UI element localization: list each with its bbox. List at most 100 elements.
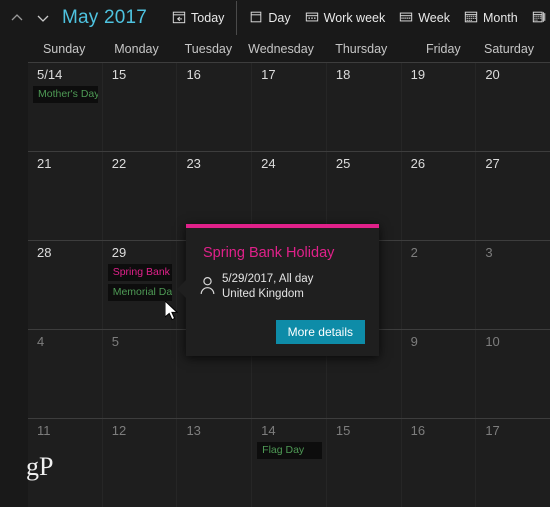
popup-callout-tail [177, 280, 186, 298]
day-number: 17 [261, 67, 276, 82]
view-button-work-week-label: Work week [323, 11, 386, 25]
day-number: 13 [186, 423, 201, 438]
day-number: 17 [485, 423, 500, 438]
day-cell[interactable]: 13 [177, 419, 253, 507]
day-cell[interactable]: 16 [401, 419, 477, 507]
week-row: 11 12 13 14 Flag Day 15 16 17 [28, 419, 550, 507]
day-number: 5 [111, 334, 119, 349]
popup-text-lines: 5/29/2017, All day United Kingdom [222, 272, 313, 302]
view-button-day[interactable]: Day [242, 7, 297, 30]
day-cell[interactable]: 3 [476, 241, 550, 329]
weekday-header-saturday: Saturday [484, 42, 535, 56]
event-detail-popup: Spring Bank Holiday 5/29/2017, All day U… [177, 224, 379, 356]
weekday-header-monday: Monday [114, 42, 159, 56]
popup-event-details: 5/29/2017, All day United Kingdom [186, 262, 379, 302]
page-title[interactable]: May 2017 [62, 7, 147, 29]
day-number: 26 [410, 156, 426, 171]
chevron-up-icon[interactable] [4, 5, 30, 31]
day-number: 21 [37, 156, 52, 171]
week-row: 5/14 Mother's Day 15 16 17 18 19 20 [28, 63, 550, 152]
day-cell[interactable]: 17 [252, 63, 327, 151]
day-cell[interactable]: 19 [401, 63, 477, 151]
day-number: 23 [186, 156, 201, 171]
view-button-today-label: Today [191, 11, 225, 25]
day-number: 2 [410, 245, 418, 260]
day-number: 19 [410, 67, 426, 82]
day-number: 15 [335, 423, 351, 438]
calendar-year-icon [532, 10, 546, 27]
day-number: 18 [335, 67, 351, 82]
toolbar-divider [236, 1, 238, 35]
watermark-logo: gP [26, 452, 54, 481]
weekday-header-thursday: Thursday [335, 42, 388, 56]
day-number: 10 [485, 334, 500, 349]
day-cell[interactable]: 18 [326, 63, 402, 151]
calendar-toolbar: May 2017 Today Day Work week Week Month [0, 0, 550, 36]
more-details-button[interactable]: More details [275, 320, 365, 344]
person-icon [199, 276, 216, 300]
day-cell[interactable]: 2 [401, 241, 477, 329]
day-number: 16 [410, 423, 426, 438]
day-cell[interactable]: 22 [102, 152, 178, 240]
day-number: 28 [37, 245, 52, 260]
day-cell[interactable]: 14 Flag Day [252, 419, 327, 507]
calendar-week-icon [399, 10, 413, 27]
calendar-event[interactable]: Memorial Day [107, 284, 173, 301]
day-number: 4 [37, 334, 45, 349]
day-number: 25 [335, 156, 351, 171]
day-number: 24 [261, 156, 276, 171]
day-cell[interactable]: 5/14 Mother's Day [28, 63, 103, 151]
popup-event-when: 5/29/2017, All day [222, 273, 314, 285]
day-number: 27 [485, 156, 500, 171]
day-number: 12 [111, 423, 127, 438]
view-button-work-week[interactable]: Work week [298, 7, 393, 30]
view-button-year[interactable]: Year [525, 7, 550, 30]
weekday-header-wednesday: Wednesday [248, 42, 314, 56]
popup-event-title: Spring Bank Holiday [203, 245, 335, 261]
day-cell[interactable]: 29 Spring Bank Holiday Memorial Day [102, 241, 178, 329]
view-button-week-label: Week [418, 11, 450, 25]
calendar-today-icon [172, 10, 186, 27]
day-number: 14 [261, 423, 276, 438]
day-number: 11 [37, 423, 51, 438]
popup-event-location: United Kingdom [222, 288, 304, 300]
day-number: 20 [485, 67, 500, 82]
day-number: 22 [111, 156, 127, 171]
calendar-month-icon [464, 10, 478, 27]
day-cell[interactable]: 21 [28, 152, 103, 240]
day-cell[interactable]: 9 [401, 330, 477, 418]
calendar-day-icon [249, 10, 263, 27]
day-cell[interactable]: 17 [476, 419, 550, 507]
popup-footer: More details [275, 320, 365, 344]
day-cell[interactable]: 20 [476, 63, 550, 151]
day-cell[interactable]: 5 [102, 330, 178, 418]
day-cell[interactable]: 4 [28, 330, 103, 418]
calendar-event[interactable]: Flag Day [257, 442, 322, 459]
view-button-today[interactable]: Today [165, 7, 231, 30]
day-cell[interactable]: 26 [401, 152, 477, 240]
day-cell[interactable]: 28 [28, 241, 103, 329]
weekday-header: Sunday Monday Tuesday Wednesday Thursday Frid… [28, 38, 550, 60]
day-cell[interactable]: 15 [326, 419, 402, 507]
calendar-event[interactable]: Spring Bank Holiday [107, 264, 173, 281]
day-number: 16 [186, 67, 201, 82]
weekday-header-friday: Friday [425, 42, 461, 56]
day-cell[interactable]: 15 [102, 63, 178, 151]
day-number: 9 [410, 334, 418, 349]
weekday-header-sunday: Sunday [42, 42, 86, 56]
view-button-month[interactable]: Month [457, 7, 525, 30]
navigation-chevrons [4, 5, 56, 31]
day-cell[interactable]: 12 [102, 419, 178, 507]
day-number: 15 [111, 67, 127, 82]
calendar-event[interactable]: Mother's Day [33, 86, 98, 103]
view-button-month-label: Month [482, 11, 518, 25]
calendar-app: May 2017 Today Day Work week Week Month … [0, 0, 550, 507]
day-number: 5/14 [37, 67, 63, 82]
day-cell[interactable]: 16 [177, 63, 253, 151]
day-cell[interactable]: 27 [476, 152, 550, 240]
chevron-down-icon[interactable] [30, 5, 56, 31]
weekday-header-tuesday: Tuesday [184, 42, 233, 56]
view-button-week[interactable]: Week [392, 7, 457, 30]
calendar-workweek-icon [305, 10, 319, 27]
day-cell[interactable]: 10 [476, 330, 550, 418]
